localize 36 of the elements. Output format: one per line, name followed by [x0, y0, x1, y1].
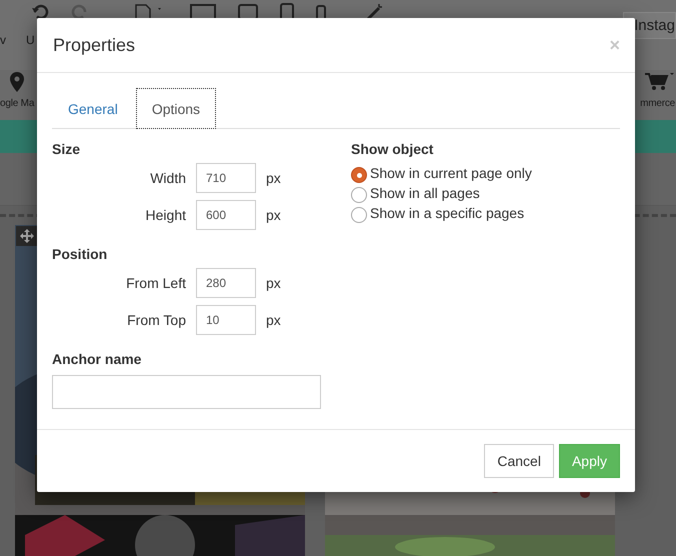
- section-heading: Show object: [351, 141, 434, 157]
- cart-icon[interactable]: [645, 72, 675, 92]
- input-field[interactable]: [52, 375, 321, 409]
- unit-label: px: [266, 312, 281, 328]
- tab[interactable]: Options: [136, 88, 216, 129]
- input-field[interactable]: 10: [196, 305, 256, 335]
- tab[interactable]: General: [52, 88, 134, 129]
- radio-label: Show in all pages: [370, 185, 480, 201]
- move-handle-icon[interactable]: [16, 226, 38, 246]
- redo-icon[interactable]: [70, 3, 89, 21]
- toolbar-label: U: [26, 33, 35, 47]
- toolbar-label: ogle Ma: [0, 98, 34, 109]
- toolbar-label: v: [0, 33, 6, 47]
- field-label: From Top: [126, 312, 186, 328]
- toolbar-label: mmerce: [640, 98, 675, 109]
- field-label: Width: [149, 170, 186, 186]
- unit-label: px: [266, 207, 281, 223]
- input-field[interactable]: 710: [196, 163, 256, 193]
- unit-label: px: [266, 170, 281, 186]
- input-field[interactable]: 280: [196, 268, 256, 298]
- unit-label: px: [266, 275, 281, 291]
- cancel-button[interactable]: Cancel: [484, 444, 554, 478]
- undo-icon[interactable]: [30, 3, 49, 21]
- dialog-title: Properties: [53, 34, 136, 56]
- field-label: From Left: [125, 275, 186, 291]
- section-heading: Size: [52, 141, 82, 157]
- radio-label: Show in current page only: [370, 165, 532, 181]
- radio-button[interactable]: [351, 167, 367, 183]
- input-field[interactable]: 600: [196, 200, 256, 230]
- radio-label: Show in a specific pages: [370, 205, 524, 221]
- map-pin-icon[interactable]: [10, 72, 24, 92]
- section-heading: Position: [52, 246, 108, 262]
- field-label: Anchor name: [52, 351, 142, 367]
- radio-button[interactable]: [351, 187, 367, 203]
- radio-button[interactable]: [351, 207, 367, 223]
- field-label: Height: [144, 207, 186, 223]
